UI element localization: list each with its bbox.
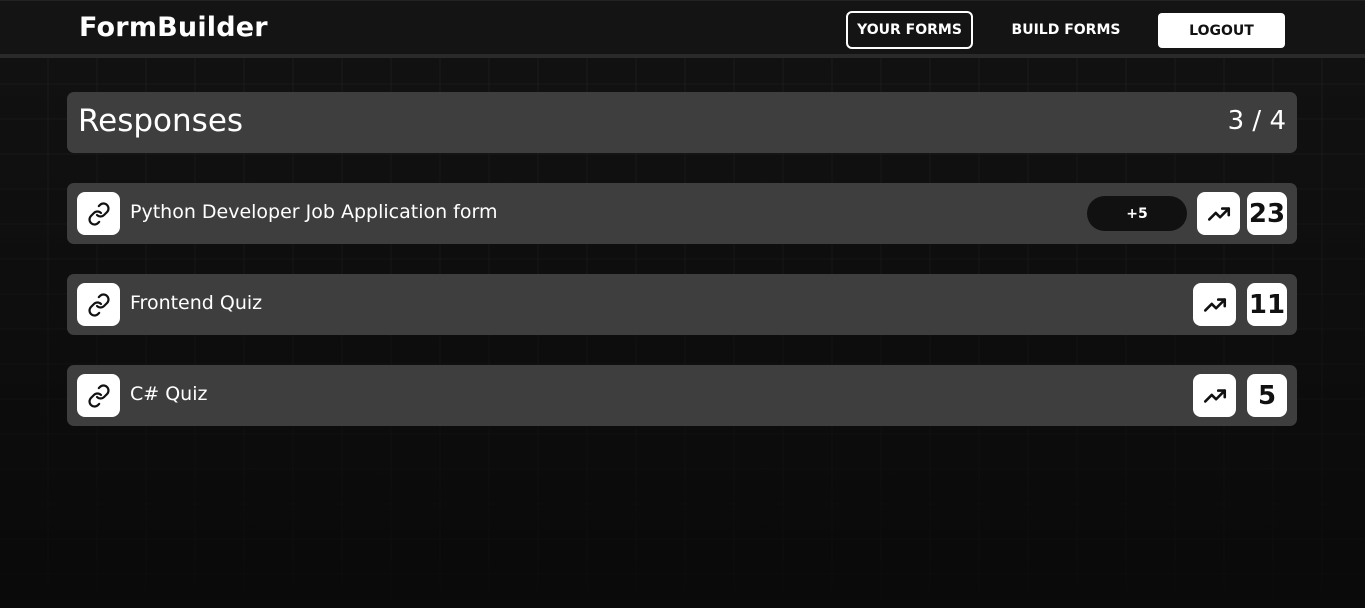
form-row: Python Developer Job Application form +5…: [67, 183, 1297, 244]
response-count: 5: [1247, 374, 1287, 417]
page-title: Responses: [78, 103, 244, 139]
logout-button[interactable]: LOGOUT: [1158, 13, 1285, 48]
form-title[interactable]: Python Developer Job Application form: [130, 201, 498, 223]
trending-up-icon[interactable]: [1193, 283, 1236, 326]
responses-header: Responses 3 / 4: [67, 92, 1297, 153]
response-count: 11: [1247, 283, 1287, 326]
trending-up-icon[interactable]: [1193, 374, 1236, 417]
link-icon[interactable]: [77, 283, 120, 326]
link-icon[interactable]: [77, 192, 120, 235]
your-forms-button[interactable]: YOUR FORMS: [846, 11, 973, 49]
form-row: Frontend Quiz 11: [67, 274, 1297, 335]
response-count: 23: [1247, 192, 1287, 235]
brand-logo[interactable]: FormBuilder: [79, 12, 268, 43]
collaborators-badge[interactable]: +5: [1087, 196, 1187, 231]
form-row: C# Quiz 5: [67, 365, 1297, 426]
form-title[interactable]: Frontend Quiz: [130, 292, 262, 314]
build-forms-button[interactable]: BUILD FORMS: [1000, 11, 1132, 49]
trending-up-icon[interactable]: [1197, 192, 1240, 235]
link-icon[interactable]: [77, 374, 120, 417]
navbar: FormBuilder YOUR FORMS BUILD FORMS LOGOU…: [0, 0, 1365, 58]
responses-count: 3 / 4: [1227, 106, 1286, 136]
form-title[interactable]: C# Quiz: [130, 383, 207, 405]
